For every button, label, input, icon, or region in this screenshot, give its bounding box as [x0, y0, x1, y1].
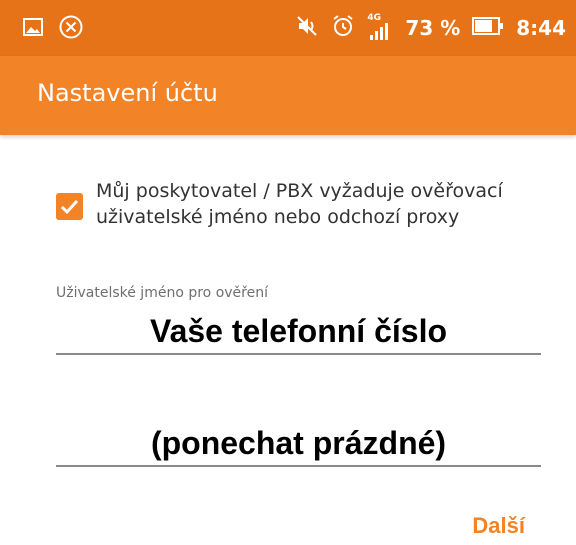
battery-icon [472, 16, 504, 41]
cancel-icon [58, 14, 84, 45]
auth-username-underline [56, 353, 541, 355]
battery-percent: 73 % [405, 16, 461, 40]
next-button[interactable]: Další [472, 513, 525, 539]
auth-option-label[interactable]: Můj poskytovatel / PBX vyžaduje ověřovac… [96, 178, 546, 230]
status-bar: 4G 73 % 8:44 [0, 0, 576, 56]
mute-icon [295, 14, 319, 43]
signal-icon: 4G [367, 14, 393, 42]
auth-option-checkbox[interactable] [56, 193, 83, 220]
auth-username-caption: Uživatelské jméno pro ověření [56, 285, 268, 301]
app-bar: Nastavení účtu [0, 56, 576, 135]
alarm-icon [331, 14, 355, 43]
checkmark-icon [60, 199, 79, 215]
outbound-proxy-underline [56, 465, 541, 467]
page-title: Nastavení účtu [37, 79, 218, 107]
image-notification-icon [22, 16, 44, 43]
status-right-icons: 4G 73 % 8:44 [295, 10, 566, 46]
auth-username-field[interactable]: Vaše telefonní číslo [56, 313, 541, 350]
clock: 8:44 [516, 16, 566, 40]
status-left-icons [22, 14, 84, 45]
outbound-proxy-field[interactable]: (ponechat prázdné) [56, 425, 541, 462]
